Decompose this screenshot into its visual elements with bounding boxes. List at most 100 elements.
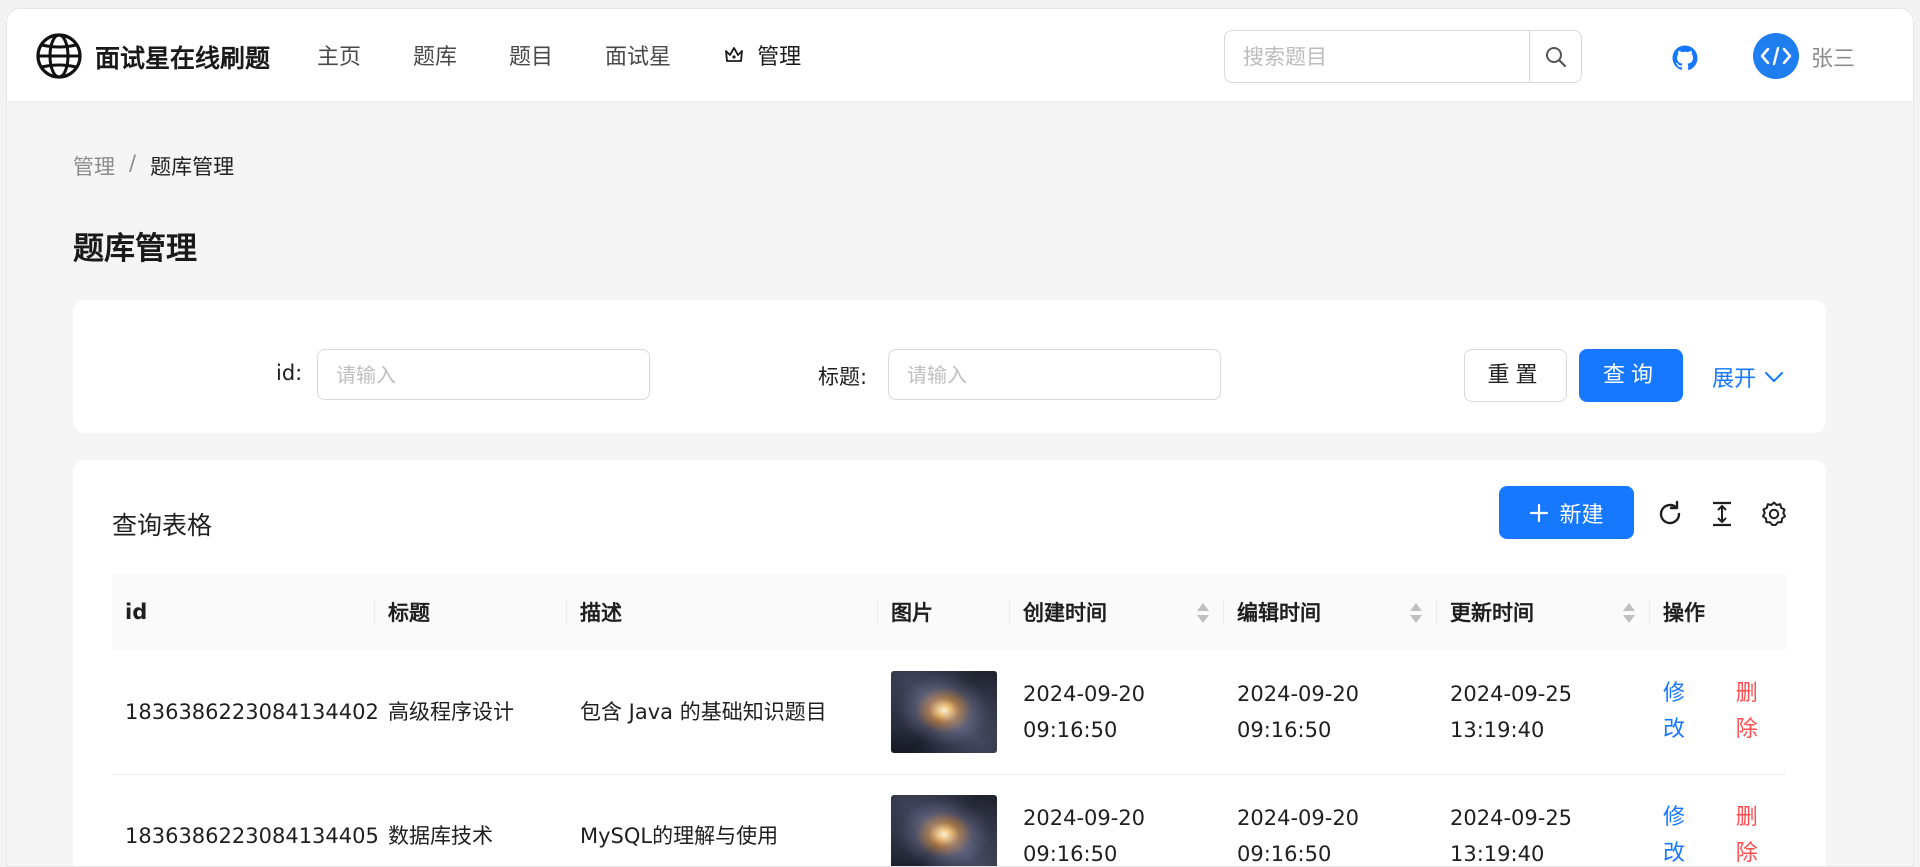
cell-title: 高级程序设计 xyxy=(375,650,567,775)
breadcrumb-current: 题库管理 xyxy=(150,155,235,179)
updated-date: 2024-09-25 xyxy=(1450,806,1573,830)
id-filter-input[interactable] xyxy=(317,349,650,400)
search-button[interactable] xyxy=(1529,31,1581,82)
delete-label-part: 除 xyxy=(1735,841,1758,866)
sort-icon[interactable] xyxy=(1622,602,1636,624)
updated-time: 13:19:40 xyxy=(1450,717,1545,742)
expand-toggle[interactable]: 展开 xyxy=(1712,361,1784,393)
cell-id: 1836386223084134405 xyxy=(112,774,379,866)
crown-icon xyxy=(725,47,743,62)
cell-updated-time: 2024-09-25 13:19:40 xyxy=(1437,650,1650,775)
column-header-edited-time[interactable]: 编辑时间 xyxy=(1224,574,1437,650)
galaxy-thumbnail[interactable] xyxy=(891,670,997,753)
column-header-created-time[interactable]: 创建时间 xyxy=(1010,574,1224,650)
updated-time: 13:19:40 xyxy=(1450,842,1545,866)
edit-label-part: 修 xyxy=(1663,680,1686,706)
galaxy-thumbnail[interactable] xyxy=(891,795,997,866)
table-header-row: id 标题 描述 图片 创建时间 编辑时间 更新时间 操作 xyxy=(112,574,1787,650)
column-header-label: 编辑时间 xyxy=(1237,601,1321,625)
cell-description: MySQL的理解与使用 xyxy=(567,774,878,866)
edited-date: 2024-09-20 xyxy=(1237,806,1360,830)
delete-link[interactable]: 删除 xyxy=(1736,800,1758,866)
edit-label-part: 修 xyxy=(1663,805,1686,830)
reset-button[interactable]: 重置 xyxy=(1464,349,1567,402)
top-header: 面试星在线刷题 主页 题库 题目 面试星 管理 搜索题目 张三 xyxy=(7,9,1913,102)
column-header-label: 操作 xyxy=(1663,601,1705,625)
cell-edited-time: 2024-09-20 09:16:50 xyxy=(1224,774,1437,866)
code-avatar-icon xyxy=(1760,46,1792,66)
cell-updated-time: 2024-09-25 13:19:40 xyxy=(1437,774,1650,866)
cell-created-time: 2024-09-20 09:16:50 xyxy=(1010,650,1224,775)
github-icon[interactable] xyxy=(1672,45,1698,71)
globe-icon[interactable] xyxy=(35,32,83,80)
created-date: 2024-09-20 xyxy=(1023,681,1146,706)
column-header-actions: 操作 xyxy=(1650,574,1787,650)
updated-date: 2024-09-25 xyxy=(1450,681,1573,706)
reload-icon[interactable] xyxy=(1656,500,1684,528)
id-filter-label: id: xyxy=(276,361,303,385)
breadcrumb: 管理 / 题库管理 xyxy=(73,151,234,181)
nav-item-home[interactable]: 主页 xyxy=(317,39,361,71)
edit-link[interactable]: 修改 xyxy=(1663,676,1685,748)
nav-item-question-bank[interactable]: 题库 xyxy=(413,39,457,71)
column-header-label: 图片 xyxy=(891,601,933,625)
column-header-updated-time[interactable]: 更新时间 xyxy=(1437,574,1650,650)
search-input[interactable] xyxy=(1225,31,1529,82)
chevron-down-icon xyxy=(1765,372,1784,382)
table-title: 查询表格 xyxy=(112,511,213,540)
sort-icon[interactable] xyxy=(1409,602,1423,624)
cell-picture xyxy=(878,650,1010,775)
page-title: 题库管理 xyxy=(73,231,197,267)
search-icon xyxy=(1545,46,1566,67)
breadcrumb-parent[interactable]: 管理 xyxy=(73,151,115,181)
avatar[interactable] xyxy=(1753,33,1799,79)
column-header-id: id xyxy=(112,574,375,650)
breadcrumb-separator: / xyxy=(129,151,137,175)
nav-item-questions[interactable]: 题目 xyxy=(509,39,553,71)
created-time: 09:16:50 xyxy=(1023,842,1118,866)
query-button[interactable]: 查询 xyxy=(1579,349,1683,402)
column-header-label: 创建时间 xyxy=(1023,601,1107,625)
delete-label-part: 删 xyxy=(1735,805,1758,830)
cell-edited-time: 2024-09-20 09:16:50 xyxy=(1224,650,1437,775)
edited-time: 09:16:50 xyxy=(1237,842,1332,866)
column-header-picture: 图片 xyxy=(878,574,1010,650)
cell-title: 数据库技术 xyxy=(375,774,567,866)
sort-icon[interactable] xyxy=(1196,602,1210,624)
nav-item-manage-label: 管理 xyxy=(757,45,802,70)
table-row: 1836386223084134405 数据库技术 MySQL的理解与使用 20… xyxy=(112,774,1787,866)
expand-label: 展开 xyxy=(1712,367,1757,392)
cell-id: 1836386223084134402 xyxy=(112,650,379,775)
column-height-icon[interactable] xyxy=(1709,500,1735,528)
cell-picture xyxy=(878,774,1010,866)
cell-created-time: 2024-09-20 09:16:50 xyxy=(1010,774,1224,866)
table-card: 查询表格 新建 id 标题 描述 图片 创建时间 编辑时间 更新时间 操作 18… xyxy=(73,460,1826,866)
cell-description: 包含 Java 的基础知识题目 xyxy=(567,650,878,775)
column-header-label: 标题 xyxy=(388,601,430,625)
edited-date: 2024-09-20 xyxy=(1237,681,1360,706)
nav-item-manage[interactable]: 管理 xyxy=(723,39,801,71)
new-button-label: 新建 xyxy=(1559,502,1604,528)
created-date: 2024-09-20 xyxy=(1023,806,1146,830)
delete-link[interactable]: 删除 xyxy=(1736,676,1758,748)
column-header-description: 描述 xyxy=(567,574,878,650)
cell-actions: 修改 删除 xyxy=(1650,774,1787,866)
search-box xyxy=(1224,30,1582,83)
new-button[interactable]: 新建 xyxy=(1499,486,1634,539)
edit-label-part: 改 xyxy=(1663,716,1686,742)
nav-item-interview-star[interactable]: 面试星 xyxy=(605,39,671,71)
edit-link[interactable]: 修改 xyxy=(1663,800,1685,866)
title-filter-input[interactable] xyxy=(888,349,1221,400)
column-header-label: id xyxy=(125,600,148,624)
plus-icon xyxy=(1530,503,1549,522)
table-row: 1836386223084134402 高级程序设计 包含 Java 的基础知识… xyxy=(112,650,1787,775)
column-header-label: 更新时间 xyxy=(1450,601,1534,625)
edit-label-part: 改 xyxy=(1663,841,1686,866)
site-title[interactable]: 面试星在线刷题 xyxy=(95,39,270,75)
column-header-title: 标题 xyxy=(375,574,567,650)
question-bank-table: id 标题 描述 图片 创建时间 编辑时间 更新时间 操作 1836386223… xyxy=(112,574,1787,866)
username[interactable]: 张三 xyxy=(1811,41,1855,73)
delete-label-part: 删 xyxy=(1735,680,1758,706)
gear-icon[interactable] xyxy=(1760,500,1788,528)
main-nav: 主页 题库 题目 面试星 管理 xyxy=(317,39,853,71)
